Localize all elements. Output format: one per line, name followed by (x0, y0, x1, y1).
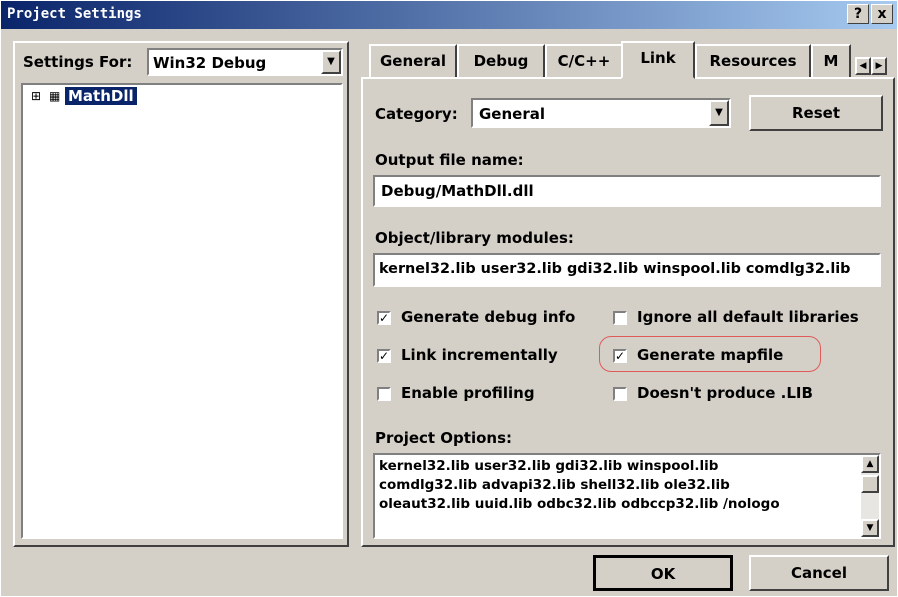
category-select[interactable]: General ▼ (471, 98, 731, 128)
tab-resources[interactable]: Resources (695, 44, 811, 78)
tab-link[interactable]: Link (621, 41, 695, 79)
no-lib-checkbox[interactable] (613, 387, 627, 401)
settings-for-value: Win32 Debug (153, 54, 267, 72)
category-value: General (479, 105, 545, 123)
chevron-down-icon[interactable]: ▼ (321, 50, 341, 74)
settings-for-select[interactable]: Win32 Debug ▼ (147, 48, 343, 76)
debug-info-checkbox[interactable]: ✓ (377, 311, 391, 325)
mapfile-label: Generate mapfile (637, 346, 784, 364)
tab-debug[interactable]: Debug (457, 44, 545, 78)
output-file-input[interactable]: Debug/MathDll.dll (373, 175, 881, 207)
options-line: kernel32.lib user32.lib gdi32.lib winspo… (379, 458, 719, 474)
debug-info-label: Generate debug info (401, 308, 576, 326)
cancel-button[interactable]: Cancel (749, 555, 889, 591)
window-title: Project Settings (7, 6, 142, 22)
tab-more[interactable]: M (811, 44, 851, 78)
incremental-label: Link incrementally (401, 346, 558, 364)
tab-scroll-left-icon[interactable]: ◀ (855, 57, 871, 75)
options-line: oleaut32.lib uuid.lib odbc32.lib odbccp3… (379, 496, 780, 512)
chevron-down-icon[interactable]: ▼ (709, 100, 729, 126)
options-line: comdlg32.lib advapi32.lib shell32.lib ol… (379, 477, 730, 493)
scroll-down-icon[interactable]: ▼ (861, 519, 879, 537)
output-file-value: Debug/MathDll.dll (381, 182, 534, 200)
profiling-label: Enable profiling (401, 384, 535, 402)
project-folder-icon: ▦ (49, 89, 61, 103)
ignore-libs-label: Ignore all default libraries (637, 308, 859, 326)
scroll-thumb[interactable] (861, 475, 879, 493)
help-button[interactable]: ? (847, 4, 869, 24)
modules-value: kernel32.lib user32.lib gdi32.lib winspo… (379, 261, 851, 277)
title-bar: Project Settings ? x (1, 1, 897, 29)
project-tree[interactable]: ⊞ ▦ MathDll (21, 83, 343, 539)
project-options-textarea[interactable]: kernel32.lib user32.lib gdi32.lib winspo… (373, 453, 881, 539)
no-lib-label: Doesn't produce .LIB (637, 384, 813, 402)
project-settings-dialog: Project Settings ? x Settings For: Win32… (0, 0, 898, 597)
scroll-up-icon[interactable]: ▲ (861, 455, 879, 473)
close-button[interactable]: x (871, 4, 893, 24)
settings-for-label: Settings For: (23, 53, 133, 71)
reset-button[interactable]: Reset (749, 95, 883, 131)
incremental-checkbox[interactable]: ✓ (377, 349, 391, 363)
output-file-label: Output file name: (375, 151, 524, 169)
mapfile-checkbox[interactable]: ✓ (613, 349, 627, 363)
tree-expand-icon[interactable]: ⊞ (31, 89, 41, 103)
profiling-checkbox[interactable] (377, 387, 391, 401)
modules-label: Object/library modules: (375, 229, 574, 247)
ok-button[interactable]: OK (593, 555, 733, 591)
vertical-scrollbar[interactable]: ▲ ▼ (861, 455, 879, 537)
ignore-libs-checkbox[interactable] (613, 311, 627, 325)
tab-cpp[interactable]: C/C++ (545, 44, 623, 78)
tree-item-mathdll[interactable]: MathDll (65, 87, 137, 105)
tab-scroll-right-icon[interactable]: ▶ (871, 57, 887, 75)
project-options-label: Project Options: (375, 429, 513, 447)
tab-general[interactable]: General (369, 44, 457, 78)
modules-input[interactable]: kernel32.lib user32.lib gdi32.lib winspo… (373, 253, 881, 287)
category-label: Category: (375, 105, 458, 123)
